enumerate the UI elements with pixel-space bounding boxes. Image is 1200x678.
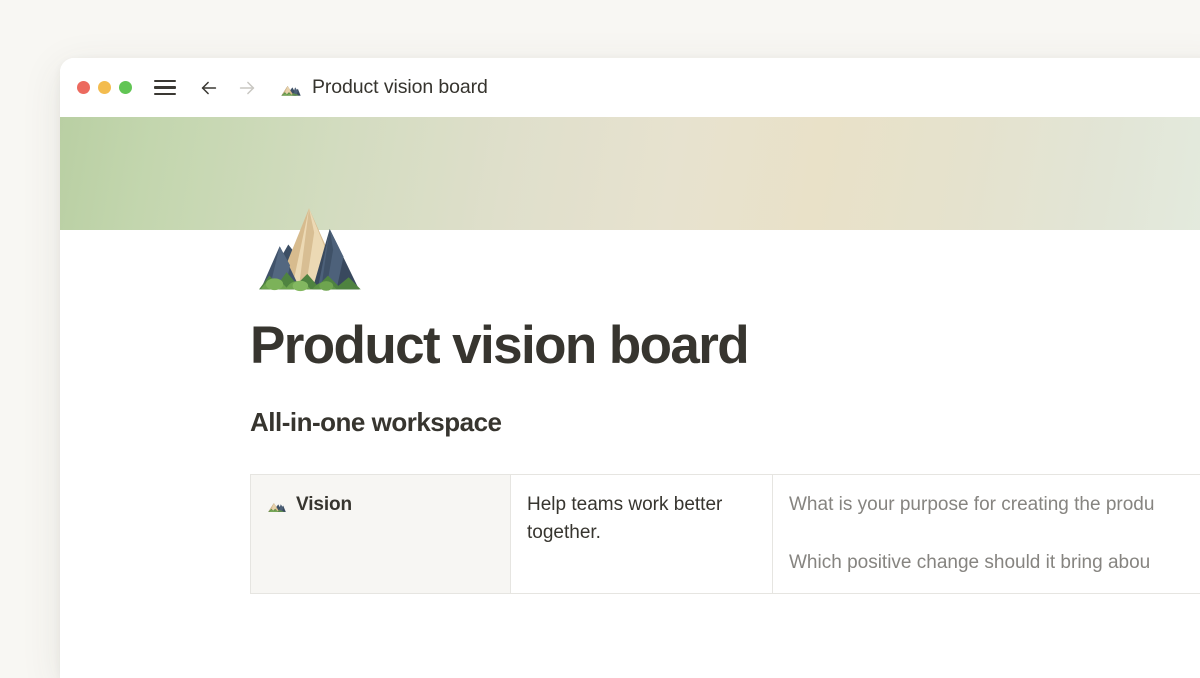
- table-cell-label-text: Vision: [296, 491, 352, 519]
- mountain-emoji: [267, 495, 287, 515]
- maximize-button[interactable]: [119, 81, 132, 94]
- screenshot-stage: Product vision board: [0, 0, 1200, 630]
- navigation-arrows: [198, 77, 258, 99]
- page-title: Product vision board: [250, 230, 1200, 375]
- table-row: Vision Help teams work better together. …: [251, 475, 1200, 593]
- hamburger-bar: [154, 93, 176, 95]
- app-window: Product vision board: [60, 58, 1200, 678]
- minimize-button[interactable]: [98, 81, 111, 94]
- hamburger-menu-icon[interactable]: [154, 80, 176, 96]
- page-content: Product vision board All-in-one workspac…: [60, 230, 1200, 594]
- page-icon-mountain-emoji[interactable]: [250, 198, 368, 298]
- close-button[interactable]: [77, 81, 90, 94]
- breadcrumb[interactable]: Product vision board: [280, 76, 488, 99]
- vision-table: Vision Help teams work better together. …: [250, 474, 1200, 593]
- table-cell-answer[interactable]: Help teams work better together.: [511, 475, 773, 593]
- prompt-line-2: Which positive change should it bring ab…: [789, 549, 1200, 577]
- hamburger-bar: [154, 86, 176, 88]
- prompt-line-1: What is your purpose for creating the pr…: [789, 491, 1200, 519]
- arrow-left-icon[interactable]: [198, 77, 220, 99]
- arrow-right-icon[interactable]: [236, 77, 258, 99]
- window-titlebar: Product vision board: [60, 58, 1200, 117]
- traffic-lights: [77, 81, 132, 94]
- table-cell-prompt[interactable]: What is your purpose for creating the pr…: [773, 475, 1200, 593]
- mountain-emoji: [280, 77, 302, 99]
- page-subtitle: All-in-one workspace: [250, 375, 1200, 438]
- page-cover-image[interactable]: [60, 117, 1200, 230]
- hamburger-bar: [154, 80, 176, 82]
- breadcrumb-title: Product vision board: [312, 76, 488, 99]
- table-cell-label[interactable]: Vision: [251, 475, 511, 593]
